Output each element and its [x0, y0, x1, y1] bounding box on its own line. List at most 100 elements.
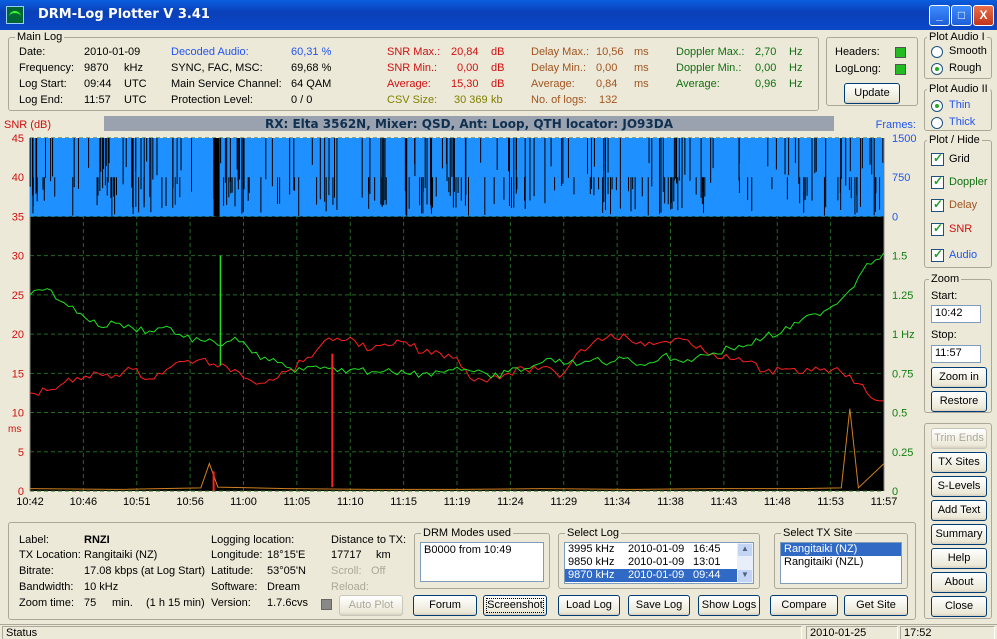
drm-mode-item[interactable]: B0000 from 10:49 — [424, 544, 540, 556]
zoom-time-value: 75 — [84, 597, 97, 609]
decoded-audio-value: 60,31 % — [291, 46, 332, 58]
doppler-checkbox[interactable] — [931, 174, 944, 189]
minimize-button[interactable]: _ — [929, 5, 950, 26]
x-tick-label: 11:10 — [337, 496, 364, 508]
show-logs-button[interactable]: Show Logs — [698, 595, 760, 616]
select-log-group: Select Log 3995 kHz 2010-01-09 16:45 985… — [558, 527, 760, 589]
y-tick-label: 30 — [12, 251, 24, 263]
delay-max-unit: ms — [634, 46, 649, 58]
zoom-title: Zoom — [929, 273, 962, 285]
doppler-tick-label: 0.25 — [892, 447, 913, 459]
zoom-in-button[interactable]: Zoom in — [931, 367, 987, 388]
msc-value: 64 QAM — [291, 78, 332, 90]
snr-checkbox[interactable] — [931, 221, 944, 236]
nlogs-label: No. of logs: — [531, 94, 587, 106]
log-date: 2010-01-09 — [628, 569, 685, 581]
zoom-stop-field[interactable]: 11:57 — [931, 345, 981, 363]
log-scrollbar[interactable]: ▲ ▼ — [737, 543, 753, 583]
delay-checkbox[interactable] — [931, 197, 944, 212]
thin-radio[interactable] — [931, 100, 943, 112]
main-log-group: Main Log Date: 2010-01-09 Frequency: 987… — [8, 31, 819, 111]
tx-site-item[interactable]: Rangitaiki (NZL) — [781, 556, 901, 569]
scroll-value: Off — [371, 565, 386, 577]
zoom-start-label: Start: — [931, 290, 958, 302]
close-button[interactable]: Close — [931, 596, 987, 617]
help-button[interactable]: Help — [931, 548, 987, 569]
close-window-button[interactable]: X — [973, 5, 994, 26]
audio-checkbox[interactable] — [931, 247, 944, 262]
get-site-button[interactable]: Get Site — [844, 595, 908, 616]
x-tick-label: 11:24 — [497, 496, 524, 508]
x-tick-label: 11:34 — [604, 496, 631, 508]
rough-radio[interactable] — [931, 63, 943, 75]
snr-max-unit: dB — [491, 46, 505, 58]
zoom-time-label: Zoom time: — [19, 597, 75, 609]
frames-series — [29, 138, 884, 217]
longitude-label: Longitude: — [211, 549, 263, 561]
y-tick-label: 40 — [12, 172, 24, 184]
log-time: 13:01 — [693, 556, 721, 568]
forum-button[interactable]: Forum — [413, 595, 477, 616]
summary-button[interactable]: Summary — [931, 524, 987, 545]
snr-label: SNR — [949, 223, 973, 235]
trim-ends-button[interactable]: Trim Ends — [931, 428, 987, 449]
y-tick-label: 5 — [18, 447, 24, 459]
about-button[interactable]: About — [931, 572, 987, 593]
compare-button[interactable]: Compare — [770, 595, 838, 616]
maximize-button[interactable]: □ — [951, 5, 972, 26]
reload-label: Reload: — [331, 581, 369, 593]
auto-plot-button[interactable]: Auto Plot — [339, 595, 403, 616]
software-value: Dream — [267, 581, 301, 593]
frames-tick-label: 0 — [892, 211, 898, 223]
x-tick-label: 11:38 — [657, 496, 684, 508]
x-tick-label: 11:00 — [230, 496, 257, 508]
tx-location-label: TX Location: — [19, 549, 81, 561]
screenshot-button[interactable]: Screenshot — [483, 595, 547, 616]
x-tick-label: 11:43 — [711, 496, 738, 508]
log-date: 2010-01-09 — [628, 556, 685, 568]
scroll-up-icon[interactable]: ▲ — [738, 544, 752, 556]
doppler-min-unit: Hz — [789, 62, 803, 74]
version-value: 1.7.6cvs — [267, 597, 308, 609]
log-freq: 3995 kHz — [568, 543, 615, 555]
label-value: RNZI — [84, 534, 110, 546]
tx-location-value: Rangitaiki (NZ) — [84, 549, 158, 561]
y-tick-label: 25 — [12, 290, 24, 302]
grid-checkbox[interactable] — [931, 151, 944, 166]
latitude-label: Latitude: — [211, 565, 254, 577]
x-tick-label: 10:56 — [176, 496, 204, 508]
loglong-label: LogLong: — [835, 63, 881, 75]
load-log-button[interactable]: Load Log — [558, 595, 620, 616]
save-log-button[interactable]: Save Log — [628, 595, 690, 616]
tx-sites-button[interactable]: TX Sites — [931, 452, 987, 473]
plot-hide-group: Plot / Hide Grid Doppler Delay SNR Audio — [924, 134, 992, 268]
zoom-start-field[interactable]: 10:42 — [931, 305, 981, 323]
delay-max-label: Delay Max.: — [531, 46, 590, 58]
log-row-selected[interactable]: 9870 kHz 2010-01-09 09:44 — [565, 569, 737, 582]
drm-modes-list[interactable]: B0000 from 10:49 — [420, 542, 544, 582]
log-row[interactable]: 9850 kHz 2010-01-09 13:01 — [565, 556, 753, 569]
tx-site-item-selected[interactable]: Rangitaiki (NZ) — [781, 543, 901, 556]
date-label: Date: — [19, 46, 46, 58]
plot-canvas: RX: Elta 3562N, Mixer: QSD, Ant: Loop, Q… — [4, 116, 916, 508]
version-label: Version: — [211, 597, 251, 609]
snr-avg-unit: dB — [491, 78, 505, 90]
doppler-tick-label: 0.5 — [892, 408, 907, 420]
bandwidth-value: 10 kHz — [84, 581, 119, 593]
thick-radio[interactable] — [931, 117, 943, 129]
restore-button[interactable]: Restore — [931, 391, 987, 412]
log-date: 2010-01-09 — [628, 543, 685, 555]
s-levels-button[interactable]: S-Levels — [931, 476, 987, 497]
y-tick-label: 45 — [12, 133, 24, 145]
select-tx-list[interactable]: Rangitaiki (NZ) Rangitaiki (NZL) — [780, 542, 902, 584]
select-log-list[interactable]: 3995 kHz 2010-01-09 16:45 9850 kHz 2010-… — [564, 542, 754, 584]
snr-avg-value: 15,30 — [451, 78, 479, 90]
update-button[interactable]: Update — [844, 83, 900, 104]
autoplot-checkbox[interactable] — [321, 599, 332, 610]
log-row[interactable]: 3995 kHz 2010-01-09 16:45 — [565, 543, 753, 556]
scroll-down-icon[interactable]: ▼ — [738, 570, 752, 582]
add-text-button[interactable]: Add Text — [931, 500, 987, 521]
thin-label: Thin — [949, 99, 971, 111]
y-tick-label: 10 — [12, 408, 24, 420]
smooth-radio[interactable] — [931, 46, 943, 58]
